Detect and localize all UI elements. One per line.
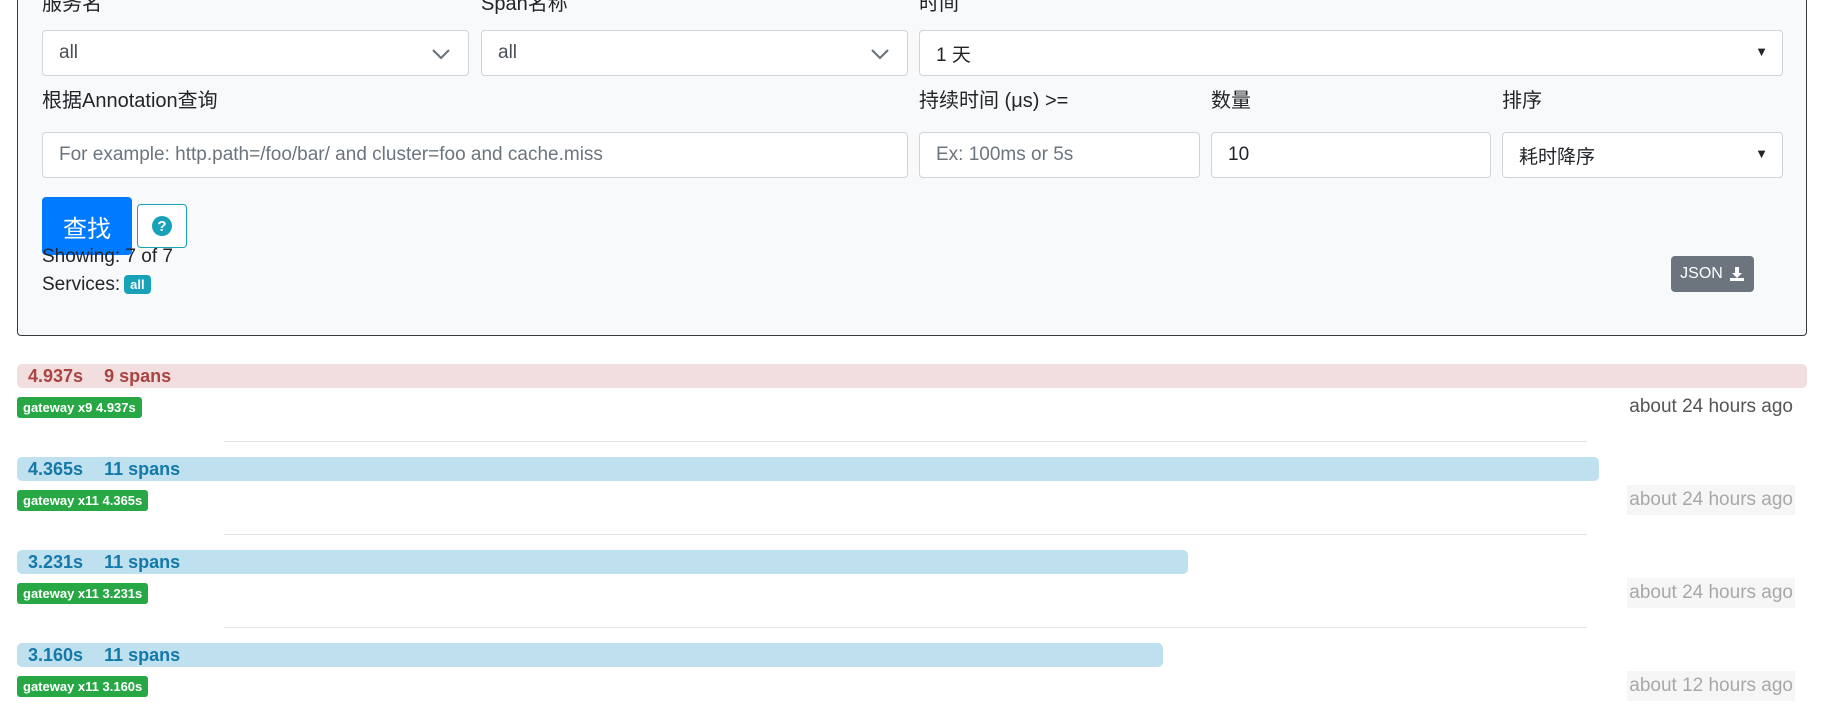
service-badge: gateway x11 3.160s — [17, 676, 149, 697]
trace-duration: 4.365s — [28, 458, 84, 479]
json-download-button[interactable]: JSON — [1671, 256, 1754, 292]
services-label: Services: — [42, 274, 121, 295]
help-button[interactable]: ? — [137, 204, 187, 248]
trace-duration-bar[interactable]: 4.937s 9 spans — [17, 364, 1807, 388]
divider — [224, 534, 1587, 535]
trace-span-count: 9 spans — [104, 365, 172, 386]
download-icon — [1729, 267, 1744, 281]
services-badge: all — [124, 275, 151, 295]
trace-duration: 3.160s — [28, 644, 84, 665]
divider — [224, 441, 1587, 442]
trace-span-count: 11 spans — [104, 458, 181, 479]
caret-down-icon: ▼ — [1755, 146, 1768, 161]
sort-label: 排序 — [1502, 90, 1542, 112]
trace-row[interactable]: 3.160s 11 spans gateway x11 3.160s about… — [17, 643, 1807, 703]
trace-timestamp: about 24 hours ago — [1627, 485, 1795, 515]
service-name-label: 服务名 — [42, 0, 102, 15]
trace-row[interactable]: 3.231s 11 spans gateway x11 3.231s about… — [17, 550, 1807, 610]
annotation-query-input[interactable]: For example: http.path=/foo/bar/ and clu… — [42, 132, 908, 178]
trace-duration: 4.937s — [28, 365, 84, 386]
search-form-panel: 服务名 Span名称 时间 all all 1 天 ▼ 根据Annotation… — [17, 0, 1807, 336]
service-name-select[interactable]: all — [42, 30, 469, 76]
sort-value: 耗时降序 — [1519, 146, 1596, 168]
json-button-label: JSON — [1680, 265, 1723, 282]
annotation-query-label: 根据Annotation查询 — [42, 90, 218, 112]
question-circle-icon: ? — [152, 216, 172, 236]
showing-count: Showing: 7 of 7 — [42, 246, 173, 267]
time-label: 时间 — [919, 0, 959, 15]
chevron-down-icon — [871, 49, 889, 60]
service-badge: gateway x9 4.937s — [17, 397, 142, 418]
trace-timestamp: about 12 hours ago — [1627, 671, 1795, 701]
annotation-query-placeholder: For example: http.path=/foo/bar/ and clu… — [59, 144, 603, 165]
duration-placeholder: Ex: 100ms or 5s — [936, 144, 1074, 165]
duration-input[interactable]: Ex: 100ms or 5s — [919, 132, 1200, 178]
service-badge: gateway x11 3.231s — [17, 583, 149, 604]
trace-span-count: 11 spans — [104, 551, 181, 572]
trace-timestamp: about 24 hours ago — [1629, 396, 1793, 417]
span-name-label: Span名称 — [481, 0, 568, 15]
duration-label: 持续时间 (μs) >= — [919, 90, 1069, 112]
limit-value: 10 — [1228, 144, 1250, 165]
limit-label: 数量 — [1211, 90, 1251, 112]
service-badge: gateway x11 4.365s — [17, 490, 149, 511]
services-summary: Services: all — [42, 274, 151, 296]
trace-duration: 3.231s — [28, 551, 84, 572]
chevron-down-icon — [432, 49, 450, 60]
caret-down-icon: ▼ — [1755, 44, 1768, 59]
limit-input[interactable]: 10 — [1211, 132, 1491, 178]
trace-span-count: 11 spans — [104, 644, 181, 665]
time-value: 1 天 — [936, 44, 971, 66]
sort-select[interactable]: 耗时降序 ▼ — [1502, 132, 1783, 178]
trace-duration-bar[interactable]: 3.160s 11 spans — [17, 643, 1163, 667]
trace-duration-bar[interactable]: 3.231s 11 spans — [17, 550, 1188, 574]
trace-row[interactable]: 4.937s 9 spans gateway x9 4.937s about 2… — [17, 364, 1807, 424]
trace-timestamp: about 24 hours ago — [1627, 578, 1795, 608]
span-name-select[interactable]: all — [481, 30, 908, 76]
time-select[interactable]: 1 天 ▼ — [919, 30, 1783, 76]
trace-row[interactable]: 4.365s 11 spans gateway x11 4.365s about… — [17, 457, 1807, 517]
span-name-value: all — [498, 42, 518, 63]
service-name-value: all — [59, 42, 79, 63]
divider — [224, 627, 1587, 628]
trace-duration-bar[interactable]: 4.365s 11 spans — [17, 457, 1599, 481]
